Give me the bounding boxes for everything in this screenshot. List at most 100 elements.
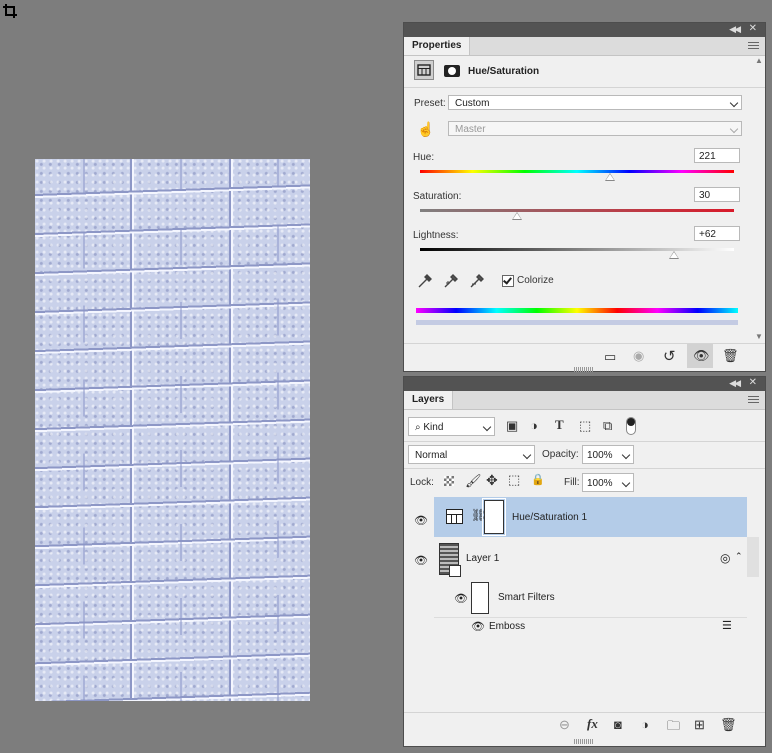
eyedropper-icon[interactable]	[417, 273, 433, 292]
lightness-input[interactable]: +62	[694, 226, 740, 241]
reset-icon[interactable]: ↺	[663, 347, 676, 365]
lock-artboard-icon[interactable]: ⬚	[508, 472, 520, 488]
search-icon: ⌕	[415, 422, 421, 433]
adjustment-layer-icon	[446, 509, 463, 524]
layer-row-hue-saturation[interactable]: 👁 ⛓ Hue/Saturation 1	[404, 497, 747, 537]
chevron-down-icon	[729, 124, 739, 134]
new-group-folder-icon[interactable]: 🗀	[667, 717, 680, 739]
panel-menu-icon[interactable]	[748, 396, 759, 404]
layer-eye-icon[interactable]: 👁	[414, 514, 428, 527]
new-adjustment-layer-icon[interactable]: ◑	[641, 717, 649, 732]
eye-icon: 👁	[693, 348, 710, 363]
layer-mask-thumbnail[interactable]	[482, 498, 506, 536]
filter-toggle-switch[interactable]	[626, 417, 636, 435]
output-color-bar	[416, 320, 738, 325]
close-icon[interactable]: ✕	[749, 23, 757, 34]
fill-label: Fill:	[564, 477, 580, 488]
colorize-checkbox[interactable]	[502, 275, 514, 287]
saturation-input[interactable]: 30	[694, 187, 740, 202]
smart-filter-mask-thumbnail[interactable]	[471, 582, 489, 614]
crop-tool-icon[interactable]	[2, 3, 18, 19]
layers-tabbar: Layers	[404, 391, 765, 410]
layers-scrollbar[interactable]	[747, 537, 759, 577]
preset-select[interactable]: Custom	[448, 95, 742, 110]
chevron-down-icon	[621, 478, 631, 488]
filter-kind-value: Kind	[423, 422, 444, 433]
resize-grip[interactable]	[574, 739, 594, 744]
brick-texture	[35, 159, 310, 701]
chevron-down-icon	[621, 450, 631, 460]
layer-thumbnail[interactable]	[439, 543, 461, 577]
adjustment-icon[interactable]	[414, 60, 434, 80]
collapse-icon[interactable]: ◀◀	[729, 24, 741, 35]
clip-to-layer-icon[interactable]: ▭	[604, 349, 616, 365]
smart-filters-row[interactable]: 👁 Smart Filters	[434, 579, 747, 618]
saturation-slider-thumb[interactable]	[512, 212, 523, 220]
hue-label: Hue:	[413, 152, 435, 163]
trash-icon[interactable]: 🗑	[722, 348, 739, 364]
lightness-slider-thumb[interactable]	[669, 251, 680, 259]
panel-menu-icon[interactable]	[748, 42, 759, 50]
fill-input[interactable]: 100%	[582, 473, 634, 492]
trash-icon[interactable]: 🗑	[720, 717, 737, 733]
hue-slider-thumb[interactable]	[604, 173, 615, 181]
blend-mode-value: Normal	[415, 450, 448, 461]
visibility-toggle-button[interactable]: 👁	[687, 344, 713, 368]
resize-grip[interactable]	[574, 367, 594, 372]
layer-row-layer-1[interactable]: 👁 Layer 1 ◎ ⌃	[404, 539, 747, 579]
blending-options-icon[interactable]: ☰	[722, 619, 732, 632]
checkmark-icon	[503, 275, 512, 285]
eyedropper-subtract-icon[interactable]	[469, 273, 485, 292]
filter-adjustment-icon[interactable]: ◑	[530, 418, 538, 433]
filter-shape-icon[interactable]: ⬚	[579, 418, 591, 434]
filter-smart-object-icon[interactable]: ⧉	[603, 418, 612, 434]
smart-filters-eye-icon[interactable]: 👁	[454, 592, 468, 605]
view-previous-state-icon[interactable]: ◉	[633, 348, 644, 364]
saturation-slider-track[interactable]	[420, 209, 734, 212]
layer-eye-icon[interactable]: 👁	[414, 554, 428, 567]
layers-panel-header: ◀◀ ✕	[404, 377, 765, 391]
channel-select: Master	[448, 121, 742, 136]
add-mask-icon[interactable]: ◙	[614, 717, 622, 732]
chevron-down-icon	[482, 422, 492, 432]
preset-value: Custom	[455, 98, 490, 109]
filter-name[interactable]: Emboss	[489, 621, 525, 632]
filter-type-icon[interactable]: T	[555, 417, 564, 433]
tab-layers[interactable]: Layers	[404, 391, 454, 409]
lightness-slider-track[interactable]	[420, 248, 734, 251]
layer-name[interactable]: Hue/Saturation 1	[512, 512, 587, 523]
smart-filter-indicator-icon[interactable]: ◎	[720, 551, 730, 565]
layer-filter-select[interactable]: ⌕ Kind	[408, 417, 495, 436]
layer-name[interactable]: Layer 1	[466, 553, 499, 564]
blend-mode-select[interactable]: Normal	[408, 445, 535, 464]
fill-value: 100%	[587, 478, 613, 489]
properties-toolbar: ▭ ◉ ↺ 👁 🗑	[404, 343, 765, 370]
smart-object-badge-icon	[449, 565, 461, 577]
lock-image-brush-icon[interactable]: 🖌	[465, 473, 482, 489]
link-layers-icon[interactable]: ⊖	[559, 717, 570, 733]
lock-position-move-icon[interactable]: ✥	[486, 472, 498, 489]
separator	[404, 87, 765, 88]
filter-row-emboss[interactable]: 👁 Emboss ☰	[434, 617, 747, 637]
adjustment-title: Hue/Saturation	[468, 66, 540, 77]
properties-scrollbar[interactable]: ▲ ▼	[753, 56, 763, 341]
opacity-input[interactable]: 100%	[582, 445, 634, 464]
close-icon[interactable]: ✕	[749, 377, 757, 388]
layers-panel: ◀◀ ✕ Layers ⌕ Kind ▣ ◑ T ⬚ ⧉ Normal Opac…	[403, 376, 766, 747]
emboss-eye-icon[interactable]: 👁	[471, 620, 485, 633]
tab-properties[interactable]: Properties	[404, 37, 471, 55]
collapse-icon[interactable]: ◀◀	[729, 378, 741, 389]
hue-slider-track[interactable]	[420, 170, 734, 173]
lightness-label: Lightness:	[413, 230, 459, 241]
document-canvas[interactable]	[35, 159, 310, 701]
eyedropper-add-icon[interactable]	[443, 273, 459, 292]
lock-all-icon[interactable]: 🔒	[531, 473, 545, 486]
lock-transparent-icon[interactable]	[444, 476, 454, 486]
filter-pixel-icon[interactable]: ▣	[506, 418, 518, 434]
collapse-effects-icon[interactable]: ⌃	[735, 551, 743, 562]
properties-tabbar: Properties	[404, 37, 765, 56]
hue-input[interactable]: 221	[694, 148, 740, 163]
new-layer-icon[interactable]: ⊞	[694, 717, 705, 733]
mask-icon[interactable]	[444, 65, 460, 77]
layer-style-fx-icon[interactable]: fx	[587, 716, 598, 732]
